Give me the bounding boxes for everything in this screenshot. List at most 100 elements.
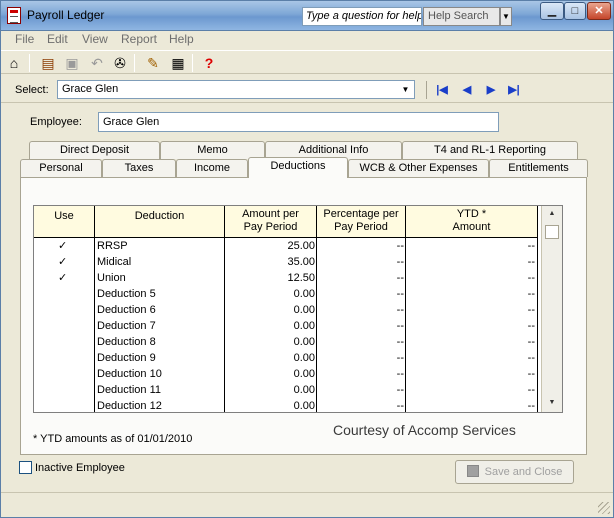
- cell-use[interactable]: [58, 398, 88, 412]
- title-bar[interactable]: Payroll Ledger Type a question for help …: [1, 1, 613, 31]
- next-record-icon[interactable]: ▶: [483, 82, 499, 98]
- cell-ytd[interactable]: --: [407, 350, 535, 366]
- cell-ytd[interactable]: --: [407, 302, 535, 318]
- cell-deduction[interactable]: Deduction 8: [97, 334, 222, 350]
- cell-use[interactable]: [58, 334, 88, 350]
- cell-percentage[interactable]: --: [318, 398, 404, 412]
- cell-deduction[interactable]: Deduction 11: [97, 382, 222, 398]
- table-row[interactable]: Deduction 11 0.00 -- --: [34, 382, 538, 398]
- table-row[interactable]: Deduction 8 0.00 -- --: [34, 334, 538, 350]
- cell-amount[interactable]: 0.00: [226, 398, 315, 412]
- cell-use[interactable]: [58, 366, 88, 382]
- table-row[interactable]: Deduction 12 0.00 -- --: [34, 398, 538, 412]
- cell-use[interactable]: [58, 286, 88, 302]
- table-row[interactable]: Deduction 5 0.00 -- --: [34, 286, 538, 302]
- tab-taxes[interactable]: Taxes: [102, 159, 176, 177]
- scroll-thumb[interactable]: [545, 225, 559, 239]
- cell-percentage[interactable]: --: [318, 254, 404, 270]
- menu-edit[interactable]: Edit: [47, 32, 68, 46]
- tab-income[interactable]: Income: [176, 159, 248, 177]
- scroll-up-icon[interactable]: ▲: [542, 206, 562, 222]
- cell-deduction[interactable]: Deduction 10: [97, 366, 222, 382]
- cell-percentage[interactable]: --: [318, 334, 404, 350]
- cell-use[interactable]: [58, 318, 88, 334]
- help-question-icon[interactable]: ?: [200, 54, 218, 72]
- cell-deduction[interactable]: RRSP: [97, 238, 222, 254]
- cell-ytd[interactable]: --: [407, 398, 535, 412]
- chevron-down-icon[interactable]: ▼: [398, 82, 413, 97]
- table-scrollbar[interactable]: ▲ ▼: [541, 206, 562, 412]
- tab-direct-deposit[interactable]: Direct Deposit: [29, 141, 160, 159]
- cell-use[interactable]: ✓: [58, 270, 88, 286]
- cell-amount[interactable]: 0.00: [226, 350, 315, 366]
- cell-amount[interactable]: 0.00: [226, 382, 315, 398]
- home-icon[interactable]: ⌂: [5, 54, 23, 72]
- help-search-button[interactable]: Help Search: [423, 7, 500, 26]
- cell-amount[interactable]: 0.00: [226, 302, 315, 318]
- cell-ytd[interactable]: --: [407, 334, 535, 350]
- cell-use[interactable]: ✓: [58, 238, 88, 254]
- close-button[interactable]: ✕: [587, 2, 611, 20]
- cell-amount[interactable]: 35.00: [226, 254, 315, 270]
- save-icon[interactable]: ▣: [63, 54, 81, 72]
- cell-ytd[interactable]: --: [407, 254, 535, 270]
- maximize-button[interactable]: □: [564, 2, 586, 20]
- cell-deduction[interactable]: Deduction 12: [97, 398, 222, 412]
- cell-ytd[interactable]: --: [407, 270, 535, 286]
- pencil-icon[interactable]: ✎: [144, 54, 162, 72]
- cell-deduction[interactable]: Union: [97, 270, 222, 286]
- table-row[interactable]: ✓ RRSP 25.00 -- --: [34, 238, 538, 254]
- table-row[interactable]: Deduction 6 0.00 -- --: [34, 302, 538, 318]
- cell-amount[interactable]: 0.00: [226, 366, 315, 382]
- cell-percentage[interactable]: --: [318, 302, 404, 318]
- cell-percentage[interactable]: --: [318, 318, 404, 334]
- cell-ytd[interactable]: --: [407, 318, 535, 334]
- cell-percentage[interactable]: --: [318, 286, 404, 302]
- menu-help[interactable]: Help: [169, 32, 194, 46]
- cell-percentage[interactable]: --: [318, 382, 404, 398]
- table-row[interactable]: Deduction 9 0.00 -- --: [34, 350, 538, 366]
- menu-view[interactable]: View: [82, 32, 108, 46]
- tab-entitlements[interactable]: Entitlements: [489, 159, 588, 177]
- cell-amount[interactable]: 12.50: [226, 270, 315, 286]
- cell-deduction[interactable]: Midical: [97, 254, 222, 270]
- cell-percentage[interactable]: --: [318, 270, 404, 286]
- cell-percentage[interactable]: --: [318, 366, 404, 382]
- remove-icon[interactable]: ✇: [111, 54, 129, 72]
- employee-field[interactable]: Grace Glen: [98, 112, 499, 132]
- table-row[interactable]: Deduction 7 0.00 -- --: [34, 318, 538, 334]
- first-record-icon[interactable]: |◀: [434, 82, 450, 98]
- cell-use[interactable]: ✓: [58, 254, 88, 270]
- cell-amount[interactable]: 0.00: [226, 318, 315, 334]
- cell-deduction[interactable]: Deduction 7: [97, 318, 222, 334]
- cell-amount[interactable]: 0.00: [226, 286, 315, 302]
- cell-percentage[interactable]: --: [318, 350, 404, 366]
- tab-t4-rl1-reporting[interactable]: T4 and RL-1 Reporting: [402, 141, 578, 159]
- help-question-input[interactable]: Type a question for help: [302, 7, 422, 26]
- cell-deduction[interactable]: Deduction 6: [97, 302, 222, 318]
- menu-report[interactable]: Report: [121, 32, 157, 46]
- open-ledger-icon[interactable]: ▤: [39, 54, 57, 72]
- cell-amount[interactable]: 0.00: [226, 334, 315, 350]
- table-row[interactable]: ✓ Midical 35.00 -- --: [34, 254, 538, 270]
- cell-ytd[interactable]: --: [407, 238, 535, 254]
- employee-select[interactable]: Grace Glen ▼: [57, 80, 415, 99]
- tab-wcb-other-expenses[interactable]: WCB & Other Expenses: [348, 159, 489, 177]
- minimize-button[interactable]: ▁: [540, 2, 564, 20]
- previous-record-icon[interactable]: ◀: [459, 82, 475, 98]
- help-dropdown-arrow-icon[interactable]: ▼: [500, 7, 512, 26]
- cell-ytd[interactable]: --: [407, 366, 535, 382]
- cell-deduction[interactable]: Deduction 5: [97, 286, 222, 302]
- cell-use[interactable]: [58, 350, 88, 366]
- cell-deduction[interactable]: Deduction 9: [97, 350, 222, 366]
- cell-use[interactable]: [58, 302, 88, 318]
- inactive-employee-checkbox[interactable]: [19, 461, 32, 474]
- cell-amount[interactable]: 25.00: [226, 238, 315, 254]
- tab-personal[interactable]: Personal: [20, 159, 102, 177]
- menu-file[interactable]: File: [15, 32, 34, 46]
- cell-ytd[interactable]: --: [407, 286, 535, 302]
- tab-deductions[interactable]: Deductions: [248, 157, 348, 178]
- save-and-close-button[interactable]: Save and Close: [455, 460, 574, 484]
- scroll-down-icon[interactable]: ▼: [542, 395, 562, 411]
- calculator-icon[interactable]: ▦: [169, 54, 187, 72]
